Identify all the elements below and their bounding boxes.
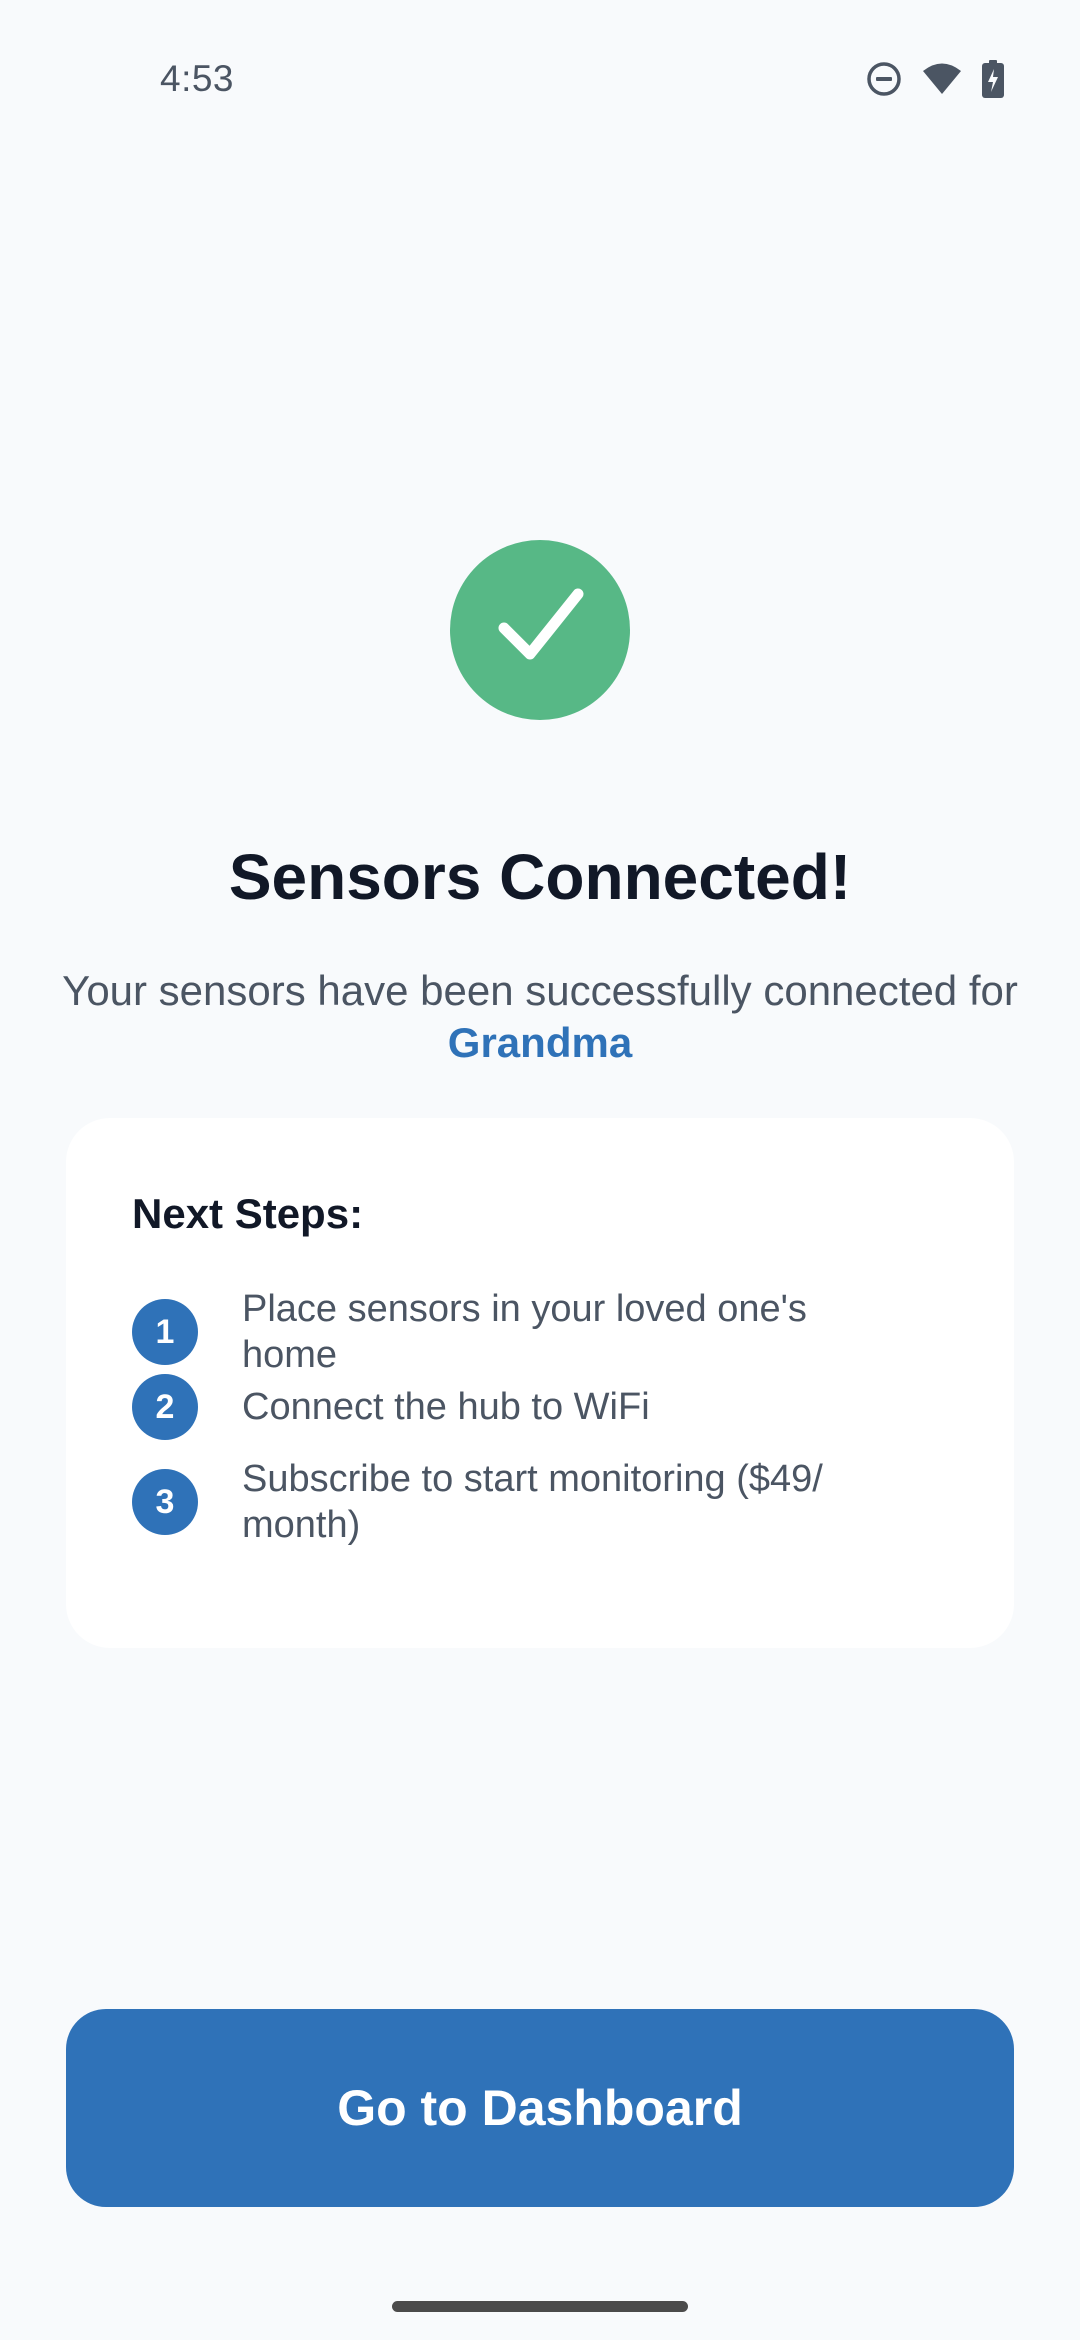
subtitle-text: Your sensors have been successfully conn… (62, 967, 1018, 1014)
next-steps-title: Next Steps: (132, 1190, 364, 1237)
status-bar: 4:53 (0, 0, 1080, 165)
status-time: 4:53 (160, 58, 235, 99)
step-item: 3 Subscribe to start monitoring ($49/ mo… (132, 1456, 902, 1548)
battery-charging-icon (982, 60, 1004, 98)
loved-one-name: Grandma (447, 1019, 633, 1066)
do-not-disturb-icon (866, 61, 902, 97)
wifi-icon (922, 62, 962, 96)
checkmark-icon (490, 578, 590, 683)
success-subtitle: Your sensors have been successfully conn… (60, 965, 1020, 1069)
step-text: Place sensors in your loved one's home (242, 1288, 807, 1376)
status-icons (866, 60, 1004, 98)
step-text: Subscribe to start monitoring ($49/ mont… (242, 1458, 823, 1546)
step-number-badge: 1 (132, 1299, 198, 1365)
step-text: Connect the hub to WiFi (242, 1386, 650, 1428)
success-checkmark-badge (450, 540, 630, 720)
next-steps-card: Next Steps: 1 Place sensors in your love… (66, 1118, 1014, 1648)
page-title: Sensors Connected! (228, 841, 852, 913)
step-number-badge: 3 (132, 1469, 198, 1535)
step-item: 2 Connect the hub to WiFi (132, 1374, 902, 1440)
step-number-badge: 2 (132, 1374, 198, 1440)
go-to-dashboard-button[interactable]: Go to Dashboard (66, 2009, 1014, 2207)
step-item: 1 Place sensors in your loved one's home (132, 1286, 902, 1378)
home-indicator[interactable] (392, 2301, 688, 2312)
